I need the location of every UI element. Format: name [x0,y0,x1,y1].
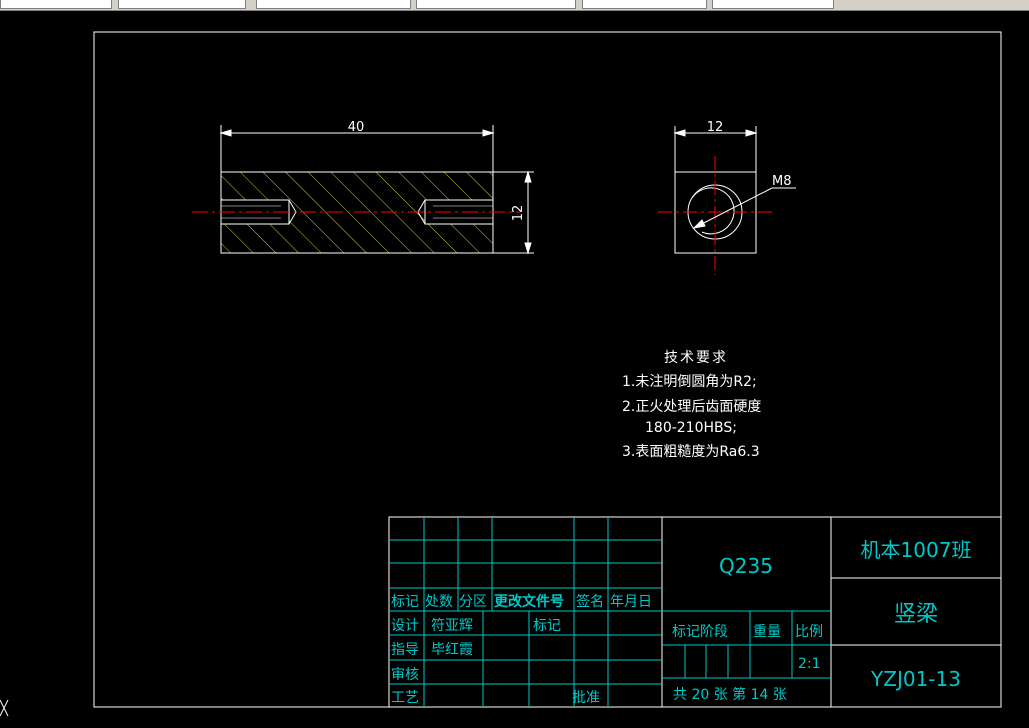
side-view[interactable]: 12 M8 [658,120,796,275]
dimension-width-text: 12 [707,120,724,135]
drawing-canvas[interactable]: 40 12 12 M8 技术要求 1.未注明倒圆角为R2; 2.正火处理后齿面硬… [0,0,1029,728]
scale-value: 2:1 [798,656,821,672]
front-view[interactable]: 40 12 [192,120,534,255]
review-label: 审核 [391,667,419,683]
tech-line-3: 180-210HBS; [645,420,737,436]
tech-requirements[interactable]: 技术要求 1.未注明倒圆角为R2; 2.正火处理后齿面硬度 180-210HBS… [622,350,761,460]
guide-name: 毕红霞 [431,642,473,658]
thread-leader[interactable] [692,187,796,229]
material: Q235 [719,554,773,578]
header-date: 年月日 [610,594,652,610]
class-name: 机本1007班 [861,538,972,562]
tech-line-2: 2.正火处理后齿面硬度 [622,399,761,415]
weight-label: 重量 [753,624,781,640]
title-block[interactable]: 标记 处数 分区 更改文件号 签名 年月日 设计 符亚辉 标记 指导 毕红霞 审… [388,516,1002,708]
header-count: 处数 [425,594,453,610]
scale-label: 比例 [795,624,823,640]
header-sign: 签名 [576,593,604,610]
mark-label: 标记 [533,618,561,634]
part-name: 竖梁 [894,602,938,627]
stage-label: 标记阶段 [672,624,728,640]
thread-label: M8 [772,174,792,189]
drawing-number: YZJ01-13 [870,667,961,691]
dimension-length-text: 40 [348,120,365,135]
process-label: 工艺 [391,690,419,706]
sheet-count: 共 20 张 第 14 张 [673,686,787,703]
dimension-height-text: 12 [511,205,526,222]
header-zone: 分区 [459,594,487,610]
tech-line-4: 3.表面粗糙度为Ra6.3 [622,444,760,460]
tech-line-1: 1.未注明倒圆角为R2; [622,374,757,390]
approve-label: 批准 [572,690,600,706]
guide-label: 指导 [391,642,419,658]
ucs-icon [0,699,9,717]
tech-title: 技术要求 [664,350,728,366]
design-label: 设计 [391,618,419,634]
header-mark: 标记 [391,594,419,610]
designer-name: 符亚辉 [431,618,473,634]
header-change-doc: 更改文件号 [494,593,564,610]
